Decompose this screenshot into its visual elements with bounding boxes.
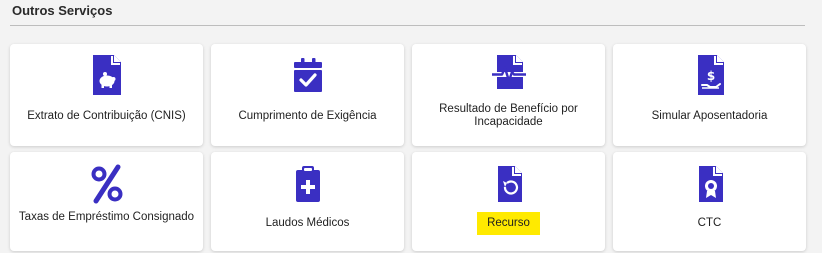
card-label: Resultado de Benefício por Incapacidade (439, 103, 578, 128)
svg-text:$: $ (706, 69, 714, 83)
percent-icon (91, 164, 122, 204)
pulse-document-icon (491, 55, 526, 89)
card-extrato-contribuicao[interactable]: Extrato de Contribuição (CNIS) (10, 44, 203, 146)
card-laudos-medicos[interactable]: Laudos Médicos (211, 152, 404, 251)
money-hand-document-icon: $ (697, 55, 724, 95)
card-label: CTC (697, 217, 722, 229)
outros-servicos-section: Outros Serviços Extrato de Contribuição … (0, 0, 822, 253)
card-label-highlighted: Recurso (477, 212, 540, 235)
card-label: Cumprimento de Exigência (238, 110, 377, 122)
card-resultado-beneficio[interactable]: Resultado de Benefício por Incapacidade (412, 44, 605, 146)
certificate-document-icon (698, 166, 723, 202)
card-recurso[interactable]: Recurso (412, 152, 605, 251)
section-title: Outros Serviços (12, 3, 113, 18)
services-grid: Extrato de Contribuição (CNIS) Cumprimen… (10, 44, 806, 251)
card-label-wrap: Recurso (420, 212, 597, 235)
card-label: Simular Aposentadoria (651, 110, 768, 122)
section-divider (10, 25, 805, 26)
card-simular-aposentadoria[interactable]: $ Simular Aposentadoria (613, 44, 806, 146)
card-cumprimento-exigencia[interactable]: Cumprimento de Exigência (211, 44, 404, 146)
piggy-bank-document-icon (92, 55, 121, 95)
card-label: Taxas de Empréstimo Consignado (18, 211, 195, 223)
card-label: Extrato de Contribuição (CNIS) (27, 110, 186, 122)
medical-clipboard-icon (295, 166, 320, 202)
undo-document-icon (497, 166, 522, 202)
card-taxas-emprestimo[interactable]: Taxas de Empréstimo Consignado (10, 152, 203, 251)
card-label: Laudos Médicos (265, 217, 350, 229)
calendar-check-icon (293, 58, 322, 92)
card-ctc[interactable]: CTC (613, 152, 806, 251)
